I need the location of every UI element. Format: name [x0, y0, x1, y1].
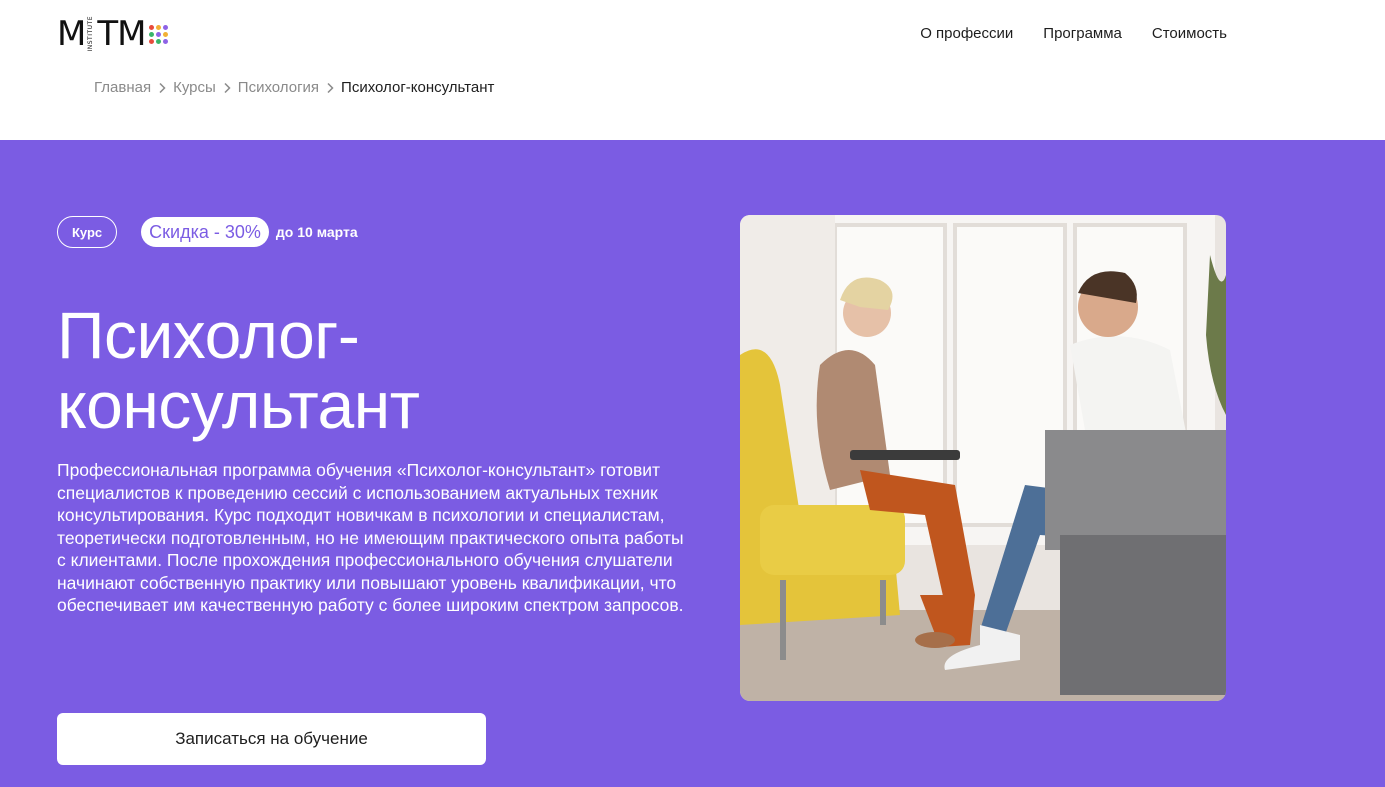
logo-letter-m: M: [57, 14, 86, 54]
logo-dot: [156, 31, 162, 37]
logo-dot: [149, 38, 155, 44]
site-header: M INSTITUTE TM О профессии Программа Сто…: [0, 0, 1385, 140]
enroll-button[interactable]: Записаться на обучение: [57, 713, 486, 765]
discount-badge: Скидка - 30%: [141, 217, 269, 247]
course-badge: Курс: [57, 216, 118, 248]
breadcrumb-psychology[interactable]: Психология: [238, 79, 319, 97]
nav-item-price[interactable]: Стоимость: [1152, 25, 1227, 43]
chevron-right-icon: [216, 82, 238, 94]
logo-dot: [163, 24, 169, 30]
logo-wordmark: M INSTITUTE TM: [57, 14, 146, 54]
breadcrumb: Главная Курсы Психология Психолог-консул…: [94, 79, 494, 97]
hero-section: Курс Скидка - 30% до 10 марта Психолог- …: [0, 140, 1385, 787]
logo-dot: [149, 24, 155, 30]
title-line-2: консультант: [57, 368, 420, 442]
logo-subtitle: INSTITUTE: [87, 16, 95, 52]
main-nav: О профессии Программа Стоимость: [920, 25, 1227, 43]
logo-dot: [156, 24, 162, 30]
chevron-right-icon: [319, 82, 341, 94]
logo-dot: [163, 38, 169, 44]
logo-dot: [149, 31, 155, 37]
logo-dot: [163, 31, 169, 37]
page-title: Психолог- консультант: [57, 300, 677, 440]
nav-item-program[interactable]: Программа: [1043, 25, 1122, 43]
logo-dot: [156, 38, 162, 44]
logo[interactable]: M INSTITUTE TM: [57, 14, 169, 54]
nav-item-about[interactable]: О профессии: [920, 25, 1013, 43]
breadcrumb-home[interactable]: Главная: [94, 79, 151, 97]
breadcrumb-current: Психолог-консультант: [341, 79, 495, 96]
chevron-right-icon: [151, 82, 173, 94]
hero-badges: Курс Скидка - 30% до 10 марта: [57, 216, 358, 248]
discount-deadline: до 10 марта: [275, 224, 358, 240]
consultation-photo-icon: [740, 215, 1226, 701]
logo-letters-tm: TM: [97, 14, 146, 54]
course-description: Профессиональная программа обучения «Пси…: [57, 460, 684, 615]
breadcrumb-courses[interactable]: Курсы: [173, 79, 216, 97]
logo-dots-icon: [149, 24, 169, 44]
title-line-1: Психолог-: [57, 298, 360, 372]
